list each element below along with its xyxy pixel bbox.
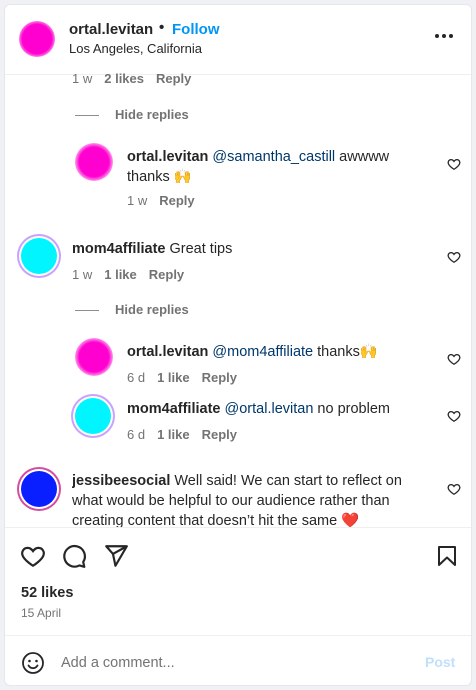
bookmark-icon[interactable] bbox=[435, 543, 459, 569]
post-panel: ortal.levitan • Follow Los Angeles, Cali… bbox=[4, 4, 472, 686]
location-link[interactable]: Los Angeles, California bbox=[69, 41, 202, 56]
hide-replies-label: Hide replies bbox=[115, 302, 189, 317]
heart-icon[interactable] bbox=[447, 157, 461, 171]
comment-mention[interactable]: @samantha_castill bbox=[212, 149, 335, 165]
reply-text: mom4affiliate @ortal.levitan no problem bbox=[127, 399, 437, 419]
comment-meta: 1 w Reply bbox=[127, 193, 195, 208]
comment-time: 1 w bbox=[72, 71, 93, 86]
post-date: 15 April bbox=[21, 606, 62, 620]
comment-username[interactable]: mom4affiliate bbox=[72, 241, 165, 257]
author-username[interactable]: ortal.levitan bbox=[69, 21, 153, 38]
follow-button[interactable]: Follow bbox=[172, 21, 220, 38]
comment-time: 1 w bbox=[72, 267, 93, 282]
comment-meta: 1 w 2 likes Reply bbox=[72, 71, 191, 86]
more-dot bbox=[435, 34, 439, 38]
comment-likes[interactable]: 2 likes bbox=[104, 71, 144, 86]
reply-text: ortal.levitan @samantha_castill awwww th… bbox=[127, 147, 427, 187]
comment-username[interactable]: ortal.levitan bbox=[127, 149, 208, 165]
comment-meta: 6 d 1 like Reply bbox=[127, 427, 237, 442]
separator-dot: • bbox=[159, 19, 165, 36]
comment-input[interactable] bbox=[61, 652, 401, 674]
comment-meta: 1 w 1 like Reply bbox=[72, 267, 184, 282]
heart-icon[interactable] bbox=[19, 543, 47, 569]
likes-count[interactable]: 52 likes bbox=[21, 585, 73, 601]
composer-divider bbox=[5, 635, 471, 636]
reply-button[interactable]: Reply bbox=[202, 427, 237, 442]
reply-button[interactable]: Reply bbox=[149, 267, 184, 282]
comment-time: 1 w bbox=[127, 193, 148, 208]
comment-mention[interactable]: @mom4affiliate bbox=[212, 344, 313, 360]
comment-meta: 6 d 1 like Reply bbox=[127, 370, 237, 385]
heart-icon[interactable] bbox=[447, 250, 461, 264]
hide-replies-button[interactable]: Hide replies bbox=[75, 302, 189, 317]
comment-username[interactable]: ortal.levitan bbox=[127, 344, 208, 360]
comment-text: mom4affiliate Great tips bbox=[72, 239, 432, 259]
share-icon[interactable] bbox=[103, 543, 129, 569]
comment-body: Great tips bbox=[165, 241, 233, 257]
comment-likes[interactable]: 1 like bbox=[157, 370, 190, 385]
reply-avatar[interactable] bbox=[75, 398, 111, 434]
comment-likes[interactable]: 1 like bbox=[104, 267, 137, 282]
hide-replies-line bbox=[75, 115, 99, 117]
commenter-avatar[interactable] bbox=[21, 471, 57, 507]
comment-body: no problem bbox=[313, 401, 390, 417]
comments-divider bbox=[5, 527, 471, 528]
reply-text: ortal.levitan @mom4affiliate thanks🙌 bbox=[127, 342, 437, 362]
post-header: ortal.levitan • Follow Los Angeles, Cali… bbox=[5, 5, 471, 75]
comment-time: 6 d bbox=[127, 427, 146, 442]
comment-text: jessibeesocial Well said! We can start t… bbox=[72, 471, 427, 527]
comment-mention[interactable]: @ortal.levitan bbox=[225, 401, 314, 417]
more-options-icon[interactable] bbox=[435, 29, 455, 43]
heart-icon[interactable] bbox=[447, 352, 461, 366]
heart-icon[interactable] bbox=[447, 482, 461, 496]
hide-replies-button[interactable]: Hide replies bbox=[75, 107, 189, 122]
more-dot bbox=[442, 34, 446, 38]
author-avatar[interactable] bbox=[19, 21, 55, 57]
post-button[interactable]: Post bbox=[425, 654, 455, 670]
more-dot bbox=[449, 34, 453, 38]
reply-button[interactable]: Reply bbox=[159, 193, 194, 208]
reply-avatar[interactable] bbox=[75, 338, 113, 376]
comment-body: thanks🙌 bbox=[313, 344, 378, 360]
hide-replies-line bbox=[75, 310, 99, 312]
reply-avatar[interactable] bbox=[75, 143, 113, 181]
reply-button[interactable]: Reply bbox=[202, 370, 237, 385]
emoji-icon[interactable] bbox=[21, 651, 45, 675]
comment-time: 6 d bbox=[127, 370, 146, 385]
comment-likes[interactable]: 1 like bbox=[157, 427, 190, 442]
commenter-avatar[interactable] bbox=[21, 238, 57, 274]
comment-username[interactable]: jessibeesocial bbox=[72, 473, 170, 489]
comment-icon[interactable] bbox=[61, 543, 87, 569]
comment-username[interactable]: mom4affiliate bbox=[127, 401, 220, 417]
reply-button[interactable]: Reply bbox=[156, 71, 191, 86]
heart-icon[interactable] bbox=[447, 409, 461, 423]
hide-replies-label: Hide replies bbox=[115, 107, 189, 122]
